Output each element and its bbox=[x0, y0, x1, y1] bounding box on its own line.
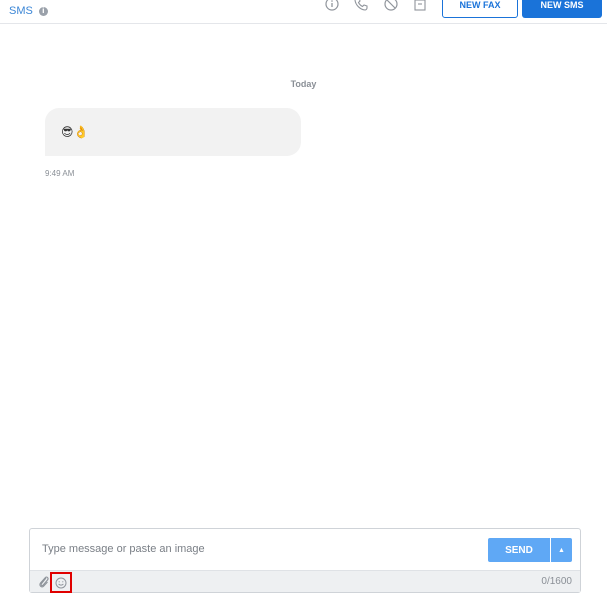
channel-label: SMS bbox=[9, 5, 33, 17]
new-sms-button[interactable]: NEW SMS bbox=[522, 0, 602, 18]
channel-info-icon[interactable]: i bbox=[38, 6, 48, 16]
message-timestamp: 9:49 AM bbox=[45, 169, 75, 178]
character-counter: 0/1600 bbox=[541, 576, 572, 587]
archive-icon[interactable] bbox=[412, 0, 428, 12]
message-input[interactable]: Type message or paste an image bbox=[42, 543, 205, 555]
message-text: 😎👌 bbox=[61, 125, 89, 139]
info-icon[interactable] bbox=[324, 0, 340, 12]
send-divider bbox=[550, 538, 551, 562]
channel-tag: SMS i bbox=[9, 5, 48, 17]
emoji-icon bbox=[55, 577, 67, 588]
send-button[interactable]: SEND bbox=[488, 538, 550, 562]
message-bubble: 😎👌 bbox=[45, 108, 301, 156]
phone-icon[interactable] bbox=[353, 0, 369, 12]
message-composer: Type message or paste an image SEND ▲ 0/… bbox=[29, 528, 581, 593]
send-button-group: SEND ▲ bbox=[488, 538, 572, 562]
sms-conversation-view: SMS i NEW FAX NEW SMS Today 😎👌 9:49 AM T… bbox=[0, 0, 607, 604]
new-fax-button[interactable]: NEW FAX bbox=[442, 0, 518, 18]
block-icon[interactable] bbox=[383, 0, 399, 12]
paperclip-icon[interactable] bbox=[37, 574, 51, 590]
conversation-header: SMS i NEW FAX NEW SMS bbox=[0, 0, 607, 24]
send-options-chevron-icon[interactable]: ▲ bbox=[551, 538, 572, 562]
day-separator: Today bbox=[290, 79, 317, 89]
composer-toolbar: 0/1600 bbox=[30, 570, 580, 593]
emoji-picker-button[interactable] bbox=[50, 572, 72, 593]
